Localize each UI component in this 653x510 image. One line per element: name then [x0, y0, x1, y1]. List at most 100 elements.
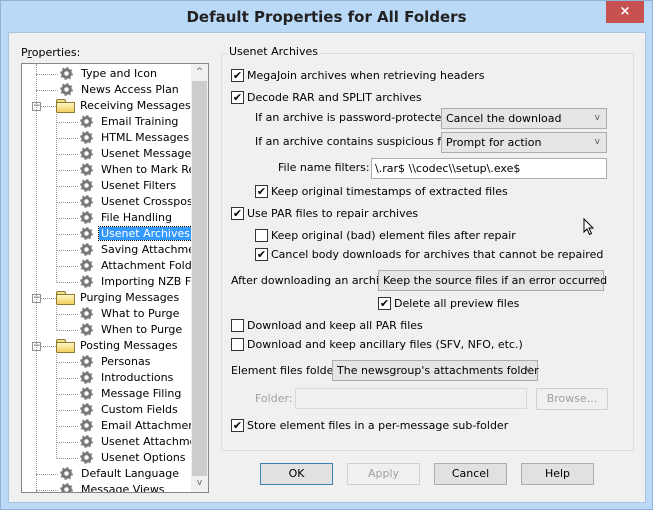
password-protected-select[interactable]: Cancel the download v [441, 108, 607, 129]
scroll-down-arrow[interactable]: v [191, 475, 208, 492]
tree-item[interactable]: Personas [80, 354, 152, 370]
gear-icon [60, 482, 73, 492]
use-par-checkbox[interactable]: ✔ Use PAR files to repair archives [231, 206, 418, 222]
tree-item[interactable]: When to Mark Read [80, 162, 208, 178]
ok-button[interactable]: OK [260, 463, 333, 485]
tree-connector [56, 282, 78, 283]
tree-item[interactable]: Importing NZB Files [80, 274, 208, 290]
cancel-body-checkbox[interactable]: ✔ Cancel body downloads for archives that… [255, 247, 603, 263]
folder-input[interactable] [295, 388, 527, 409]
tree-item[interactable]: File Handling [80, 210, 174, 226]
gear-icon [60, 82, 73, 96]
checkbox-box[interactable]: ✔ [231, 68, 244, 82]
tree-item[interactable]: What to Purge [80, 306, 181, 322]
tree-scrollbar[interactable]: ^ v [191, 64, 208, 492]
file-name-filters-label: File name filters: [278, 161, 370, 174]
tree-item[interactable]: Email Training [80, 114, 180, 130]
scroll-thumb[interactable] [192, 81, 207, 476]
gear-icon [80, 402, 93, 416]
tree-item-label: Posting Messages [80, 339, 178, 352]
tree-item[interactable]: Saving Attachments [80, 242, 208, 258]
tree-connector [36, 90, 58, 91]
tree-connector [56, 442, 78, 443]
tree-item[interactable]: Usenet Attachments [80, 434, 208, 450]
tree-item-label: When to Purge [101, 323, 183, 336]
tree-item-label: Default Language [81, 467, 179, 480]
dialog-window: Default Properties for All Folders × Pro… [0, 0, 653, 510]
gear-icon [80, 434, 93, 448]
checkbox-box[interactable]: ✔ [255, 247, 268, 261]
tree-item[interactable]: Default Language [60, 466, 181, 482]
checkbox-box[interactable] [231, 337, 244, 351]
dialog-client: Properties: Type and Icon News Access Pla… [8, 32, 646, 503]
tree-connector [56, 202, 78, 203]
checkbox-box[interactable]: ✔ [255, 184, 268, 198]
tree-item-label: Introductions [101, 371, 174, 384]
keep-timestamps-checkbox[interactable]: ✔ Keep original timestamps of extracted f… [255, 184, 508, 200]
download-par-checkbox[interactable]: Download and keep all PAR files [231, 318, 423, 334]
mouse-cursor-icon [583, 218, 595, 236]
close-button[interactable]: × [606, 1, 644, 23]
folder-label: Folder: [255, 392, 293, 405]
tree-item[interactable]: Receiving Messages [56, 98, 193, 114]
cancel-button[interactable]: Cancel [434, 463, 507, 485]
tree-item-label: Usenet Archives [98, 226, 193, 241]
megajoin-checkbox[interactable]: ✔ MegaJoin archives when retrieving heade… [231, 68, 485, 84]
file-name-filters-input[interactable]: \.rar$ \\codec\\setup\.exe$ [371, 158, 607, 179]
tree-item[interactable]: Posting Messages [56, 338, 179, 354]
checkbox-box[interactable] [231, 318, 244, 332]
store-subfolder-checkbox[interactable]: ✔ Store element files in a per-message su… [231, 418, 508, 434]
checkbox-box[interactable]: ✔ [378, 296, 391, 310]
gear-icon [80, 162, 93, 176]
checkbox-box[interactable] [255, 228, 268, 242]
gear-icon [80, 242, 93, 256]
tree-item-label: Message Filing [101, 387, 182, 400]
tree-connector [56, 122, 78, 123]
apply-button[interactable]: Apply [347, 463, 420, 485]
tree-connector [56, 266, 78, 267]
gear-icon [80, 450, 93, 464]
chevron-down-icon: v [525, 365, 531, 375]
gear-icon [80, 354, 93, 368]
after-downloading-select[interactable]: Keep the source files if an error occurr… [378, 270, 607, 291]
browse-button[interactable]: Browse... [536, 388, 608, 410]
checkbox-box[interactable]: ✔ [231, 418, 244, 432]
tree-item[interactable]: Purging Messages [56, 290, 181, 306]
tree-item[interactable]: When to Purge [80, 322, 184, 338]
checkbox-box[interactable]: ✔ [231, 90, 244, 104]
download-ancillary-checkbox[interactable]: Download and keep ancillary files (SFV, … [231, 337, 523, 353]
tree-item[interactable]: Usenet Options [80, 450, 188, 466]
tree-item[interactable]: Attachment Folders [80, 258, 208, 274]
gear-icon [80, 274, 93, 288]
gear-icon [80, 258, 93, 272]
gear-icon [80, 370, 93, 384]
gear-icon [80, 386, 93, 400]
tree-item[interactable]: Usenet Filters [80, 178, 178, 194]
delete-preview-checkbox[interactable]: ✔ Delete all preview files [378, 296, 519, 312]
tree-item[interactable]: Introductions [80, 370, 175, 386]
tree-connector [36, 74, 58, 75]
tree-item[interactable]: HTML Messages [80, 130, 191, 146]
window-title: Default Properties for All Folders [186, 8, 467, 26]
tree-item[interactable]: Usenet Archives [80, 226, 193, 242]
tree-item[interactable]: Usenet Crossposting [80, 194, 208, 210]
checkbox-box[interactable]: ✔ [231, 206, 244, 220]
keep-bad-files-checkbox[interactable]: Keep original (bad) element files after … [255, 228, 516, 244]
decode-rar-checkbox[interactable]: ✔ Decode RAR and SPLIT archives [231, 90, 422, 106]
help-button[interactable]: Help [521, 463, 594, 485]
tree-item[interactable]: Custom Fields [80, 402, 180, 418]
tree-item[interactable]: Type and Icon [60, 66, 159, 82]
tree-item[interactable]: News Access Plan [60, 82, 181, 98]
folder-icon [56, 339, 75, 353]
tree-item[interactable]: Message Filing [80, 386, 183, 402]
tree-item-label: Purging Messages [80, 291, 180, 304]
element-folder-select[interactable]: The newsgroup's attachments folder v [332, 360, 539, 381]
suspicious-files-select[interactable]: Prompt for action v [441, 132, 607, 153]
tree-item[interactable]: Email Attachments [80, 418, 207, 434]
password-protected-label: If an archive is password-protected: [255, 111, 453, 124]
tree-item[interactable]: Message Views [60, 482, 167, 492]
tree-item[interactable]: Usenet Messages [80, 146, 199, 162]
tree-connector [36, 474, 58, 475]
properties-tree[interactable]: Type and Icon News Access Plan − Receiving … [21, 63, 209, 493]
scroll-up-arrow[interactable]: ^ [191, 64, 208, 81]
